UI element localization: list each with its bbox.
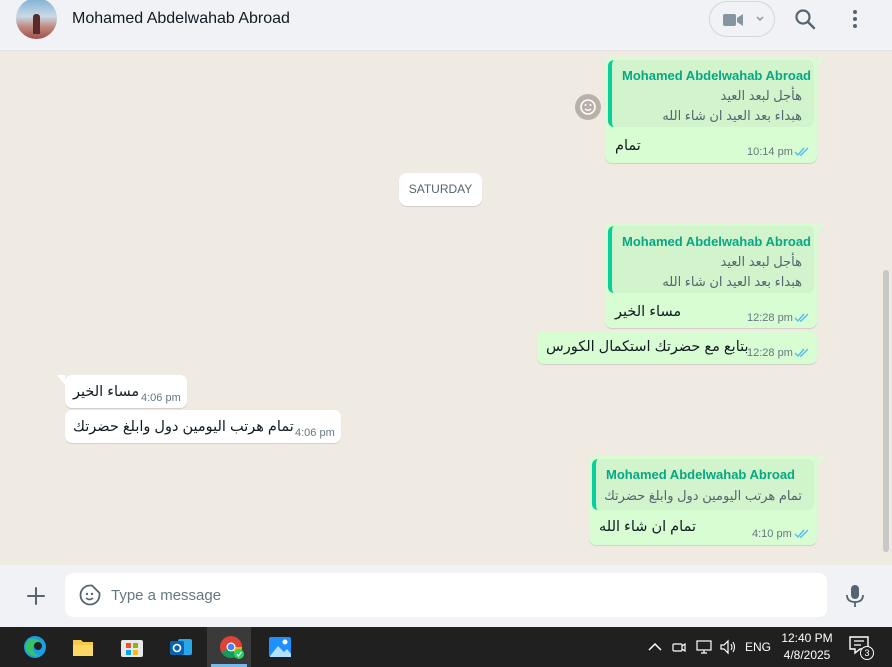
message-composer (0, 565, 892, 627)
read-ticks-icon (794, 529, 809, 539)
read-ticks-icon (794, 147, 809, 157)
edge-icon[interactable] (13, 627, 57, 667)
quoted-sender: Mohamed Abdelwahab Abroad (622, 234, 811, 249)
message-input-box (65, 573, 827, 617)
read-ticks-icon (794, 348, 809, 358)
message-text: مساء الخير (615, 304, 682, 320)
file-explorer-icon[interactable] (61, 627, 105, 667)
message-input[interactable] (111, 573, 811, 617)
message-bubble-incoming[interactable]: تمام هرتب اليومين دول وابلغ حضرتك 4:06 p… (65, 410, 341, 443)
quoted-text: هأجل لبعد العيد (720, 254, 803, 269)
chrome-icon[interactable] (207, 627, 251, 667)
message-text: بتابع مع حضرتك استكمال الكورس (546, 339, 749, 355)
video-call-button[interactable] (709, 1, 775, 37)
quoted-text: هأجل لبعد العيد (720, 88, 803, 103)
chevron-down-icon (756, 16, 764, 22)
language-indicator[interactable]: ENG (745, 640, 771, 654)
quoted-message[interactable]: Mohamed Abdelwahab Abroad هأجل لبعد العي… (608, 60, 814, 127)
quoted-text: تمام هرتب اليومين دول وابلغ حضرتك (604, 488, 802, 503)
message-text: مساء الخير (73, 384, 140, 400)
quoted-message[interactable]: Mohamed Abdelwahab Abroad تمام هرتب اليو… (592, 459, 814, 510)
attach-icon[interactable] (26, 586, 46, 606)
message-time: 12:28 pm (747, 312, 793, 324)
message-bubble-outgoing[interactable]: Mohamed Abdelwahab Abroad هأجل لبعد العي… (605, 57, 825, 163)
chat-scrollbar[interactable] (883, 270, 889, 552)
read-ticks-icon (794, 313, 809, 323)
sticker-icon[interactable] (79, 584, 101, 606)
smiley-icon (580, 99, 596, 115)
message-text: تمام (615, 138, 641, 154)
windows-taskbar: ENG 12:40 PM 4/8/2025 3 (0, 627, 892, 667)
message-time: 4:06 pm (141, 392, 181, 404)
quoted-message[interactable]: Mohamed Abdelwahab Abroad هأجل لبعد العي… (608, 226, 814, 293)
clock-time: 12:40 PM (781, 631, 833, 645)
quoted-text: هبداء بعد العيد ان شاء الله (662, 108, 802, 123)
store-icon[interactable] (110, 627, 154, 667)
message-bubble-outgoing[interactable]: بتابع مع حضرتك استكمال الكورس 12:28 pm (537, 331, 817, 364)
clock[interactable]: 12:40 PM 4/8/2025 (776, 630, 838, 664)
outlook-icon[interactable] (159, 627, 203, 667)
message-text: تمام ان شاء الله (599, 519, 696, 535)
message-time: 12:28 pm (747, 347, 793, 359)
message-time: 4:10 pm (752, 528, 792, 540)
chevron-up-icon[interactable] (648, 641, 662, 653)
search-icon[interactable] (793, 7, 817, 31)
message-time: 4:06 pm (295, 427, 335, 439)
message-bubble-incoming[interactable]: مساء الخير 4:06 pm (57, 375, 187, 408)
more-options-icon[interactable] (845, 7, 865, 31)
quoted-sender: Mohamed Abdelwahab Abroad (606, 467, 795, 482)
date-divider: SATURDAY (399, 173, 482, 206)
quoted-text: هبداء بعد العيد ان شاء الله (662, 274, 802, 289)
contact-name[interactable]: Mohamed Abdelwahab Abroad (72, 10, 290, 28)
chat-panel: Mohamed Abdelwahab Abroad هأجل لبعد العي… (0, 51, 892, 565)
clock-date: 4/8/2025 (783, 648, 831, 662)
photos-icon[interactable] (258, 627, 302, 667)
network-icon[interactable] (695, 639, 713, 655)
message-bubble-outgoing[interactable]: Mohamed Abdelwahab Abroad هأجل لبعد العي… (605, 223, 825, 328)
message-text: تمام هرتب اليومين دول وابلغ حضرتك (73, 419, 294, 435)
video-call-icon (723, 14, 743, 26)
reaction-button[interactable] (575, 94, 601, 120)
meet-now-icon[interactable] (672, 639, 686, 655)
chat-header: Mohamed Abdelwahab Abroad (0, 0, 892, 51)
message-bubble-outgoing[interactable]: Mohamed Abdelwahab Abroad تمام هرتب اليو… (589, 456, 825, 545)
notification-badge: 3 (860, 646, 874, 660)
message-time: 10:14 pm (747, 146, 793, 158)
volume-icon[interactable] (719, 639, 737, 655)
microphone-icon[interactable] (845, 584, 865, 608)
quoted-sender: Mohamed Abdelwahab Abroad (622, 68, 811, 83)
avatar[interactable] (16, 0, 57, 39)
